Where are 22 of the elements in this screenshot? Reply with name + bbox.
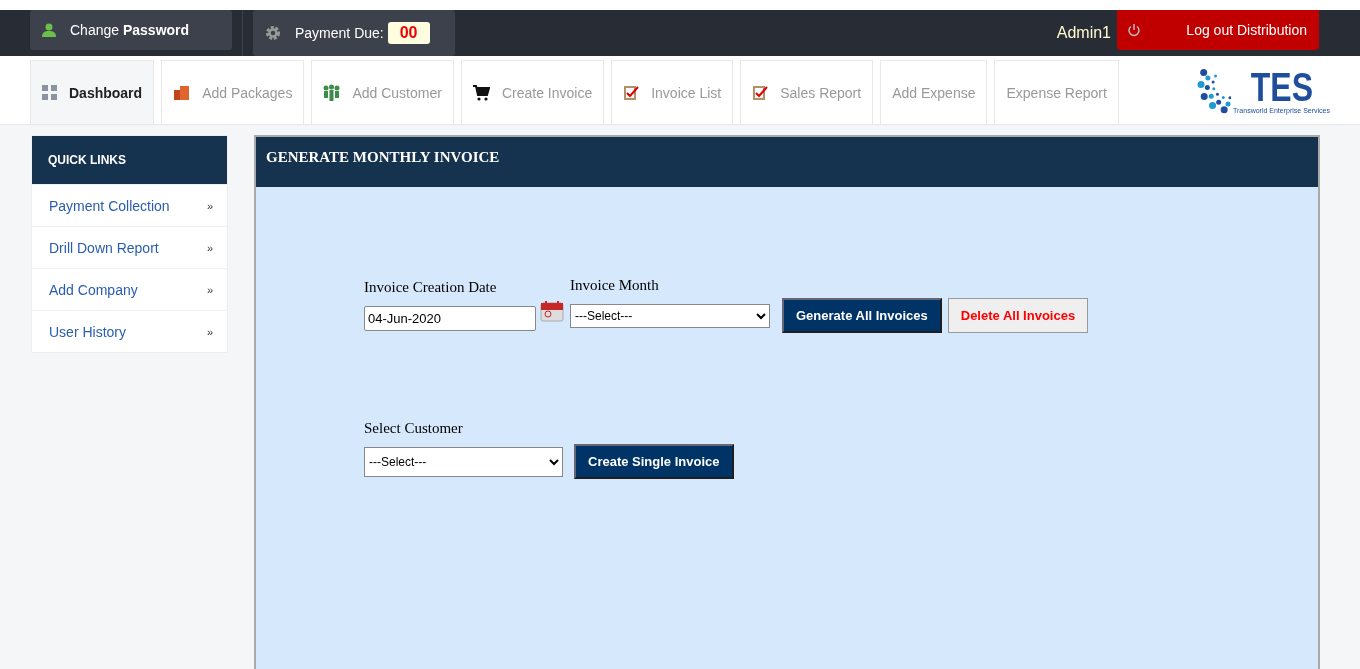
quick-links-title: QUICK LINKS bbox=[32, 136, 227, 184]
date-field[interactable]: 04-Jun-2020 bbox=[364, 306, 536, 331]
month-select[interactable]: ---Select--- bbox=[570, 304, 770, 328]
payment-due-label: Payment Due: bbox=[295, 25, 384, 41]
generate-all-button[interactable]: Generate All Invoices bbox=[782, 298, 942, 333]
quick-link[interactable]: Add Company » bbox=[32, 268, 227, 310]
nav-tab[interactable]: Dashboard bbox=[30, 60, 155, 124]
customer-select[interactable]: ---Select--- bbox=[364, 447, 563, 477]
logout-button[interactable]: Log out Distribution bbox=[1117, 10, 1319, 50]
logo-name: TES bbox=[1250, 66, 1313, 107]
field-label: Invoice Month bbox=[570, 277, 660, 294]
change-password-button[interactable]: Change Password bbox=[30, 10, 232, 50]
quick-link[interactable]: Payment Collection » bbox=[32, 184, 227, 226]
user-name: Admin1 bbox=[1056, 24, 1111, 42]
field-label: Invoice Creation Date bbox=[364, 279, 498, 296]
panel-title: GENERATE MONTHLY INVOICE bbox=[256, 137, 1318, 187]
field-label: Select Customer bbox=[364, 420, 464, 437]
payment-due-button[interactable]: Payment Due: 00 bbox=[253, 10, 455, 56]
quick-link[interactable]: User History » bbox=[32, 310, 227, 352]
payment-due-count: 00 bbox=[387, 22, 430, 44]
create-single-button[interactable]: Create Single Invoice bbox=[574, 444, 734, 479]
quick-link[interactable]: Drill Down Report » bbox=[32, 226, 227, 268]
